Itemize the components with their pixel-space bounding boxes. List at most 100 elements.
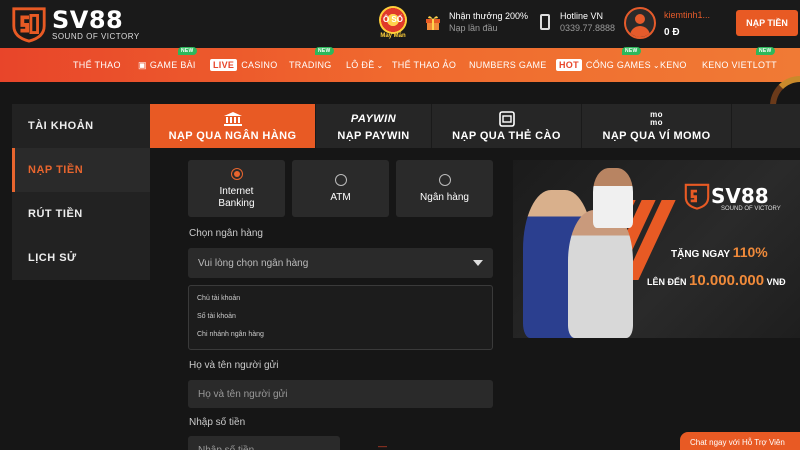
tab-label: NẠP PAYWIN — [337, 129, 410, 142]
method-internet-banking[interactable]: Internet Banking — [188, 160, 285, 217]
nav-item-keno-vietlott[interactable]: KENO VIETLOTT NEW — [702, 47, 777, 82]
nav-label: KENO VIETLOTT — [702, 60, 777, 70]
nav-label: THỂ THAO — [73, 60, 121, 70]
main-nav: THỂ THAO ▣ GAME BÀI NEW LIVE CASINO TRAD… — [0, 47, 800, 82]
chevron-down-icon: ⌄ — [652, 60, 660, 70]
nav-label: CASINO — [241, 60, 278, 70]
tab-bank-deposit[interactable]: NẠP QUA NGÂN HÀNG — [150, 104, 316, 148]
amount-hint-mark: — — [378, 441, 387, 450]
method-label: ATM — [330, 191, 351, 203]
new-badge: NEW — [756, 47, 775, 55]
paywin-logo-text: PAYWIN — [350, 112, 397, 125]
promo-subtitle: Nạp lần đầu — [449, 23, 498, 33]
lucky-wheel-icon: Ô SỐ — [379, 6, 407, 34]
shield-logo-icon — [684, 183, 710, 210]
logo-name: SV88 — [52, 5, 124, 34]
nav-label: GAME BÀI — [149, 60, 196, 70]
method-label: Ngân hàng — [420, 191, 469, 203]
user-info[interactable]: kiemtinh1... 0 Đ — [664, 9, 710, 38]
sidebar-item-label: LỊCH SỬ — [28, 252, 77, 264]
tab-momo[interactable]: mo mo NẠP QUA VÍ MOMO — [582, 104, 732, 148]
promo-banner[interactable]: SV88 SOUND OF VICTORY TẶNG NGAY 110% LÊN… — [513, 160, 800, 338]
user-icon-body — [630, 26, 650, 37]
sidebar-item-nap-tien[interactable]: NẠP TIỀN — [12, 148, 150, 192]
player-image-top — [593, 168, 633, 228]
avatar[interactable] — [624, 7, 656, 39]
spin-label: May Mắn — [380, 33, 406, 39]
nav-label: THỂ THAO ẢO — [392, 60, 457, 70]
nav-item-keno[interactable]: KENO — [660, 48, 687, 82]
nav-label: NUMBERS GAME — [469, 60, 547, 70]
bank-details-box: Chủ tài khoản Số tài khoản Chi nhánh ngâ… — [188, 285, 493, 350]
nav-label: LÔ ĐỀ — [346, 60, 375, 70]
radio-checked-icon[interactable] — [230, 167, 243, 180]
banner-offer-line: TẶNG NGAY 110% — [671, 244, 768, 260]
sender-name-input[interactable] — [188, 380, 493, 408]
method-ngan-hang[interactable]: Ngân hàng — [396, 160, 493, 217]
hotline-number: 0339.77.8888 — [560, 23, 616, 33]
hotline[interactable]: Hotline VN 0339.77.8888 — [540, 10, 615, 34]
banner-max-line: LÊN ĐẾN 10.000.000 VNĐ — [647, 272, 786, 289]
nav-item-cong-games[interactable]: HOT CỔNG GAMES ⌄ NEW — [556, 47, 660, 82]
account-holder-line: Chủ tài khoản — [197, 295, 241, 302]
nav-item-casino[interactable]: LIVE CASINO — [210, 48, 278, 82]
logo-slogan: SOUND OF VICTORY — [52, 31, 140, 41]
amount-input[interactable] — [188, 436, 340, 450]
sidebar-item-label: TÀI KHOẢN — [28, 120, 94, 132]
deposit-tabs: NẠP QUA NGÂN HÀNG PAYWIN NẠP PAYWIN NẠP … — [150, 104, 800, 148]
username: kiemtinh1... — [664, 10, 711, 20]
chevron-down-icon: ⌄ — [376, 60, 384, 70]
sidebar-item-lich-su[interactable]: LỊCH SỬ — [12, 236, 150, 280]
top-header: SV88 SOUND OF VICTORY Ô SỐ May Mắn Nhận … — [0, 0, 800, 48]
nav-item-numbers-game[interactable]: NUMBERS GAME — [469, 48, 547, 82]
bank-select[interactable]: Vui lòng chọn ngân hàng — [188, 248, 493, 278]
sidebar-item-label: NẠP TIỀN — [28, 164, 84, 176]
paywin-logo: PAYWIN — [351, 111, 396, 127]
caret-down-icon — [473, 260, 483, 266]
tab-label: NẠP QUA VÍ MOMO — [602, 129, 711, 142]
card-icon — [498, 110, 515, 127]
tab-paywin[interactable]: PAYWIN NẠP PAYWIN — [316, 104, 432, 148]
shield-logo-icon — [12, 7, 46, 43]
site-logo[interactable]: SV88 SOUND OF VICTORY — [10, 4, 140, 44]
banner-slogan: SOUND OF VICTORY — [721, 206, 781, 212]
new-badge: NEW — [178, 47, 197, 55]
user-icon — [635, 14, 645, 24]
nav-item-trading[interactable]: TRADING NEW — [289, 47, 334, 82]
lucky-spin-button[interactable]: Ô SỐ May Mắn — [373, 6, 413, 42]
method-atm[interactable]: ATM — [292, 160, 389, 217]
account-number-line: Số tài khoản — [197, 313, 236, 320]
player-image-center — [568, 210, 633, 338]
amount-label: Nhập số tiền — [189, 417, 246, 428]
method-label: Internet Banking — [218, 185, 255, 209]
bank-branch-line: Chi nhánh ngân hàng — [197, 331, 264, 338]
nav-item-the-thao[interactable]: THỂ THAO — [73, 48, 121, 82]
momo-logo: mo mo — [648, 110, 666, 127]
bank-select-placeholder: Vui lòng chọn ngân hàng — [198, 257, 309, 269]
tab-label: NẠP QUA NGÂN HÀNG — [168, 129, 297, 142]
live-chat-button[interactable]: Chat ngay với Hỗ Trợ Viên — [680, 432, 800, 450]
nav-item-the-thao-ao[interactable]: THỂ THAO ẢO — [392, 48, 456, 82]
live-tag: LIVE — [210, 59, 238, 71]
nav-label: CỔNG GAMES — [585, 60, 651, 70]
banner-logo-name: SV88 — [711, 184, 769, 208]
sidebar-item-rut-tien[interactable]: RÚT TIỀN — [12, 192, 150, 236]
nav-label: TRADING — [289, 60, 332, 70]
sidebar-item-label: RÚT TIỀN — [28, 208, 83, 220]
first-deposit-promo[interactable]: Nhận thưởng 200% Nạp lần đầu — [425, 10, 528, 34]
radio-icon[interactable] — [334, 173, 347, 186]
sender-label: Họ và tên người gửi — [189, 360, 279, 371]
new-badge: NEW — [622, 47, 641, 55]
tab-label: NẠP QUA THẺ CÀO — [452, 129, 561, 142]
nav-item-lo-de[interactable]: LÔ ĐỀ ⌄ — [346, 48, 384, 82]
chat-label: Chat ngay với Hỗ Trợ Viên — [690, 438, 785, 447]
deposit-button[interactable]: NẠP TIỀN — [736, 10, 798, 36]
nav-label: KENO — [660, 60, 687, 70]
nav-item-game-bai[interactable]: ▣ GAME BÀI NEW — [138, 47, 197, 82]
sidebar-item-tai-khoan[interactable]: TÀI KHOẢN — [12, 104, 150, 148]
page: SV88 SOUND OF VICTORY Ô SỐ May Mắn Nhận … — [0, 0, 800, 450]
promo-title: Nhận thưởng 200% — [449, 11, 528, 21]
cards-icon: ▣ — [138, 59, 147, 70]
radio-icon[interactable] — [438, 173, 451, 186]
tab-scratch-card[interactable]: NẠP QUA THẺ CÀO — [432, 104, 582, 148]
